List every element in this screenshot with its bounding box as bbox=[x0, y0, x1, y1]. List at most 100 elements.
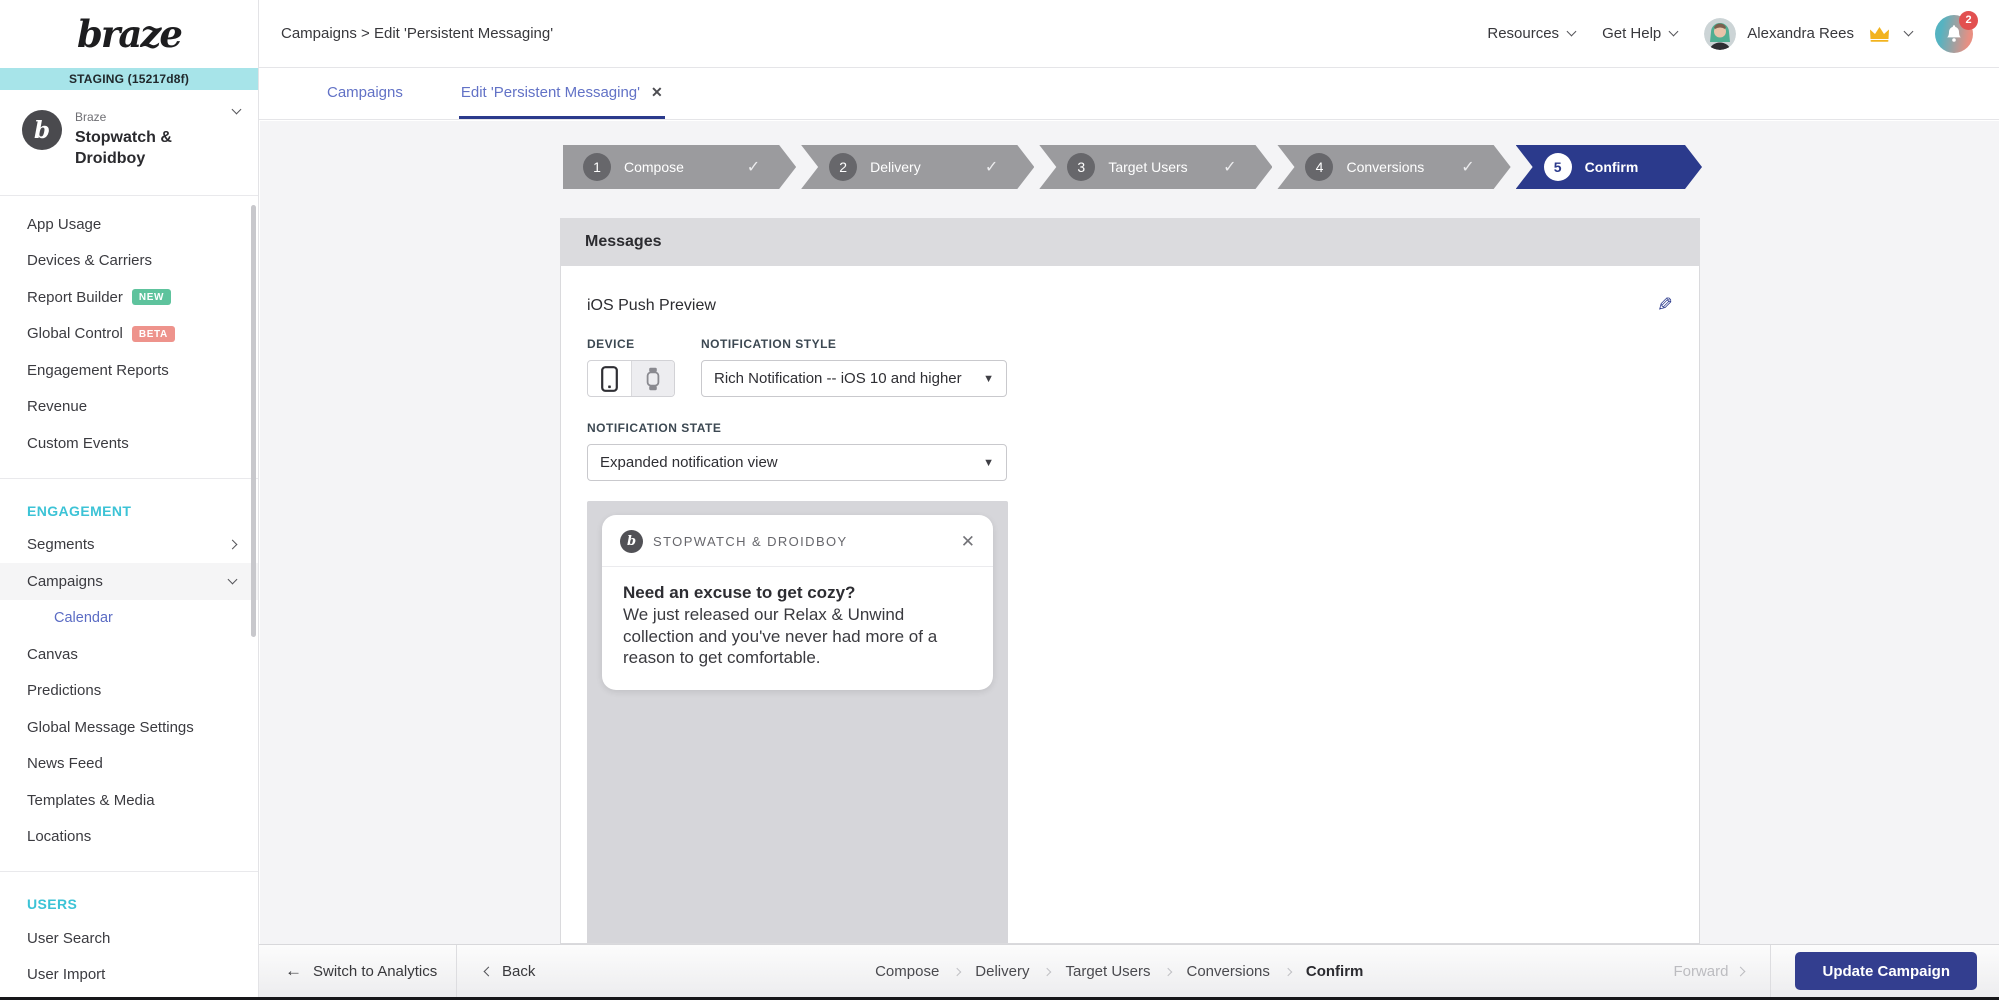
chevron-down-icon bbox=[1566, 26, 1577, 37]
sidebar-item-engagement-reports[interactable]: Engagement Reports bbox=[27, 352, 258, 389]
wizard-step-confirm[interactable]: 5 Confirm bbox=[1516, 145, 1702, 189]
edit-pencil-icon[interactable]: ✎ bbox=[1657, 294, 1673, 317]
wizard-step-conversions[interactable]: 4 Conversions ✓ bbox=[1277, 145, 1510, 189]
wizard-step-delivery[interactable]: 2 Delivery ✓ bbox=[801, 145, 1034, 189]
push-body-text: We just released our Relax & Unwind coll… bbox=[623, 604, 938, 668]
notification-style-label: NOTIFICATION STYLE bbox=[701, 337, 837, 351]
sidebar-item-user-import[interactable]: User Import bbox=[27, 957, 258, 994]
caret-down-icon: ▼ bbox=[983, 456, 994, 469]
sidebar-item-app-usage[interactable]: App Usage bbox=[27, 206, 258, 243]
main-content: 1 Compose ✓ 2 Delivery ✓ 3 Target Users … bbox=[260, 121, 1999, 944]
tab-bar: Campaigns Edit 'Persistent Messaging' ✕ bbox=[259, 68, 1999, 120]
check-icon: ✓ bbox=[746, 159, 761, 176]
user-name: Alexandra Rees bbox=[1747, 25, 1854, 42]
push-app-name: STOPWATCH & DROIDBOY bbox=[653, 534, 848, 549]
notification-count-badge: 2 bbox=[1959, 10, 1978, 30]
chevron-down-icon bbox=[1668, 26, 1679, 37]
chevron-down-icon bbox=[227, 574, 238, 585]
step-wizard: 1 Compose ✓ 2 Delivery ✓ 3 Target Users … bbox=[563, 145, 1702, 189]
user-menu-chevron-down-icon[interactable] bbox=[1903, 26, 1914, 37]
braze-logo: braze bbox=[77, 12, 183, 56]
sidebar-item-campaigns[interactable]: Campaigns bbox=[0, 563, 258, 600]
chevron-right-icon bbox=[953, 967, 962, 977]
check-icon: ✓ bbox=[1461, 159, 1475, 176]
footer-step-conversions[interactable]: Conversions bbox=[1187, 963, 1270, 980]
sidebar-item-locations[interactable]: Locations bbox=[27, 819, 258, 856]
workspace-avatar: b bbox=[22, 110, 62, 150]
push-notification-card: b STOPWATCH & DROIDBOY ✕ Need an excuse … bbox=[602, 515, 993, 690]
workspace-org: Braze bbox=[75, 110, 107, 124]
workspace-name: Stopwatch & Droidboy bbox=[75, 129, 172, 168]
sidebar-scrollbar[interactable] bbox=[251, 205, 256, 637]
notification-state-select[interactable]: Expanded notification view ▼ bbox=[587, 444, 1007, 481]
notification-style-select[interactable]: Rich Notification -- iOS 10 and higher ▼ bbox=[701, 360, 1007, 397]
sidebar: braze STAGING (15217d8f) b Braze Stopwat… bbox=[0, 0, 259, 1000]
ios-push-preview-title: iOS Push Preview bbox=[587, 296, 716, 314]
sidebar-item-global-control[interactable]: Global Control BETA bbox=[27, 316, 258, 353]
new-badge: NEW bbox=[131, 289, 172, 306]
sidebar-item-news-feed[interactable]: News Feed bbox=[27, 746, 258, 783]
chevron-down-icon bbox=[231, 104, 242, 115]
sidebar-item-predictions[interactable]: Predictions bbox=[27, 673, 258, 710]
breadcrumb: Campaigns > Edit 'Persistent Messaging' bbox=[281, 25, 554, 42]
top-bar: Campaigns > Edit 'Persistent Messaging' … bbox=[259, 0, 1999, 68]
sidebar-divider bbox=[0, 195, 258, 197]
users-section-header: USERS bbox=[27, 896, 78, 913]
device-watch-button[interactable] bbox=[631, 361, 674, 396]
check-icon: ✓ bbox=[1223, 159, 1237, 176]
phone-icon bbox=[601, 365, 618, 392]
chevron-left-icon bbox=[483, 966, 494, 976]
sidebar-item-calendar[interactable]: Calendar bbox=[27, 600, 258, 637]
sidebar-nav-analytics: App Usage Devices & Carriers Report Buil… bbox=[0, 206, 258, 993]
notifications-button[interactable]: 2 bbox=[1935, 10, 1978, 53]
footer-bar: ← Switch to Analytics Back Compose Deliv… bbox=[259, 944, 1999, 997]
footer-step-delivery[interactable]: Delivery bbox=[975, 963, 1029, 980]
user-avatar[interactable] bbox=[1704, 17, 1737, 50]
sidebar-item-user-search[interactable]: User Search bbox=[27, 920, 258, 957]
sidebar-item-report-builder[interactable]: Report Builder NEW bbox=[27, 279, 258, 316]
sidebar-item-devices-carriers[interactable]: Devices & Carriers bbox=[27, 243, 258, 280]
close-icon[interactable]: ✕ bbox=[961, 532, 975, 552]
arrow-left-icon: ← bbox=[285, 961, 302, 980]
beta-badge: BETA bbox=[131, 325, 175, 342]
chevron-right-icon bbox=[1164, 967, 1173, 977]
chevron-right-icon bbox=[1736, 966, 1746, 976]
notification-state-label: NOTIFICATION STATE bbox=[587, 421, 722, 435]
app-icon: b bbox=[620, 530, 643, 553]
get-help-menu[interactable]: Get Help bbox=[1602, 25, 1679, 42]
device-phone-button[interactable] bbox=[588, 361, 631, 396]
sidebar-item-custom-events[interactable]: Custom Events bbox=[27, 425, 258, 462]
sidebar-item-templates-media[interactable]: Templates & Media bbox=[27, 782, 258, 819]
switch-to-analytics-button[interactable]: ← Switch to Analytics bbox=[259, 945, 457, 997]
workspace-selector[interactable]: b Braze Stopwatch & Droidboy bbox=[0, 90, 258, 185]
footer-step-confirm[interactable]: Confirm bbox=[1306, 963, 1364, 980]
close-tab-icon[interactable]: ✕ bbox=[651, 84, 663, 101]
footer-step-compose[interactable]: Compose bbox=[875, 963, 939, 980]
engagement-section-header: ENGAGEMENT bbox=[27, 502, 132, 519]
chevron-right-icon bbox=[227, 540, 238, 550]
tab-campaigns[interactable]: Campaigns bbox=[325, 68, 405, 119]
bell-icon bbox=[1947, 25, 1961, 42]
watch-icon bbox=[646, 367, 660, 390]
sidebar-item-segments[interactable]: Segments bbox=[27, 527, 258, 564]
wizard-step-compose[interactable]: 1 Compose ✓ bbox=[563, 145, 796, 189]
update-campaign-button[interactable]: Update Campaign bbox=[1795, 952, 1977, 990]
sidebar-item-global-message-settings[interactable]: Global Message Settings bbox=[27, 709, 258, 746]
sidebar-item-canvas[interactable]: Canvas bbox=[27, 636, 258, 673]
footer-step-target-users[interactable]: Target Users bbox=[1065, 963, 1150, 980]
tab-edit-persistent-messaging[interactable]: Edit 'Persistent Messaging' ✕ bbox=[458, 68, 665, 119]
resources-menu[interactable]: Resources bbox=[1487, 25, 1577, 42]
messages-panel: Messages iOS Push Preview ✎ DEVICE NOTIF… bbox=[560, 218, 1700, 944]
push-preview-device-frame: b STOPWATCH & DROIDBOY ✕ Need an excuse … bbox=[587, 501, 1008, 943]
avatar-image bbox=[1704, 17, 1737, 50]
sidebar-divider bbox=[0, 871, 258, 873]
check-icon: ✓ bbox=[984, 159, 999, 176]
forward-button[interactable]: Forward bbox=[1673, 963, 1746, 980]
footer-divider bbox=[1770, 945, 1772, 997]
sidebar-item-revenue[interactable]: Revenue bbox=[27, 389, 258, 426]
back-button[interactable]: Back bbox=[483, 963, 535, 980]
device-toggle-group bbox=[587, 360, 675, 397]
wizard-step-target-users[interactable]: 3 Target Users ✓ bbox=[1039, 145, 1272, 189]
chevron-right-icon bbox=[1283, 967, 1293, 977]
footer-step-nav: Compose Delivery Target Users Conversion… bbox=[875, 962, 1363, 980]
